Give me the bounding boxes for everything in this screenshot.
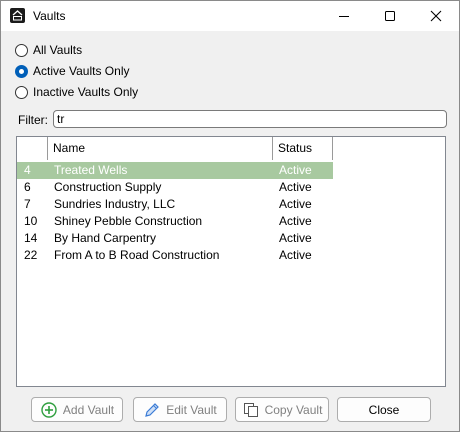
close-button[interactable]: Close [337,397,431,422]
copy-vault-button[interactable]: Copy Vault [235,397,329,422]
row-status: Active [279,214,312,228]
radio-label: All Vaults [33,43,83,57]
column-header-id[interactable] [17,137,48,160]
add-vault-button[interactable]: Add Vault [31,397,123,422]
row-name: Construction Supply [54,180,162,194]
row-id: 4 [24,163,31,177]
edit-vault-label: Edit Vault [166,402,217,417]
radio-label: Inactive Vaults Only [33,85,139,99]
column-header-name[interactable]: Name [48,137,273,160]
close-label: Close [368,402,400,417]
edit-vault-button[interactable]: Edit Vault [133,397,227,422]
plus-circle-icon [40,401,58,419]
close-window-button[interactable] [413,1,459,31]
pencil-icon [143,401,161,419]
row-name: Shiney Pebble Construction [54,214,203,228]
vault-list[interactable]: Name Status 4 Treated Wells Active 6 Con… [16,136,446,387]
row-status: Active [279,163,312,177]
row-name: From A to B Road Construction [54,248,220,262]
row-id: 14 [24,231,38,245]
maximize-button[interactable] [367,1,413,31]
row-name: By Hand Carpentry [54,231,157,245]
filter-input[interactable] [53,110,447,128]
row-status: Active [279,197,312,211]
vaults-window: Vaults All Vaults Active Vaults Only Ina… [0,0,460,432]
table-row[interactable]: 4 Treated Wells Active [17,162,333,179]
title-bar[interactable]: Vaults [1,1,459,31]
table-row[interactable]: 22 From A to B Road Construction Active [17,247,333,264]
row-name: Treated Wells [54,163,128,177]
radio-inactive-vaults[interactable]: Inactive Vaults Only [15,83,138,101]
row-id: 6 [24,180,31,194]
row-id: 10 [24,214,38,228]
row-status: Active [279,231,312,245]
row-id: 22 [24,248,38,262]
radio-active-vaults[interactable]: Active Vaults Only [15,62,129,80]
filter-label: Filter: [18,113,48,127]
table-row[interactable]: 6 Construction Supply Active [17,179,333,196]
row-name: Sundries Industry, LLC [54,197,176,211]
row-status: Active [279,180,312,194]
table-row[interactable]: 14 By Hand Carpentry Active [17,230,333,247]
minimize-button[interactable] [321,1,367,31]
radio-button[interactable] [15,64,28,78]
table-row[interactable]: 10 Shiney Pebble Construction Active [17,213,333,230]
window-title: Vaults [33,9,66,23]
minimize-icon [339,16,349,17]
maximize-icon [385,11,395,21]
app-logo-icon [10,8,25,23]
radio-button[interactable] [15,43,28,57]
radio-label: Active Vaults Only [33,64,130,78]
table-row[interactable]: 7 Sundries Industry, LLC Active [17,196,333,213]
add-vault-label: Add Vault [62,402,115,417]
copy-icon [242,401,260,419]
radio-button[interactable] [15,85,28,99]
row-id: 7 [24,197,31,211]
radio-all-vaults[interactable]: All Vaults [15,41,82,59]
close-icon [430,10,442,22]
column-header-status[interactable]: Status [273,137,333,160]
row-status: Active [279,248,312,262]
copy-vault-label: Copy Vault [264,402,323,417]
